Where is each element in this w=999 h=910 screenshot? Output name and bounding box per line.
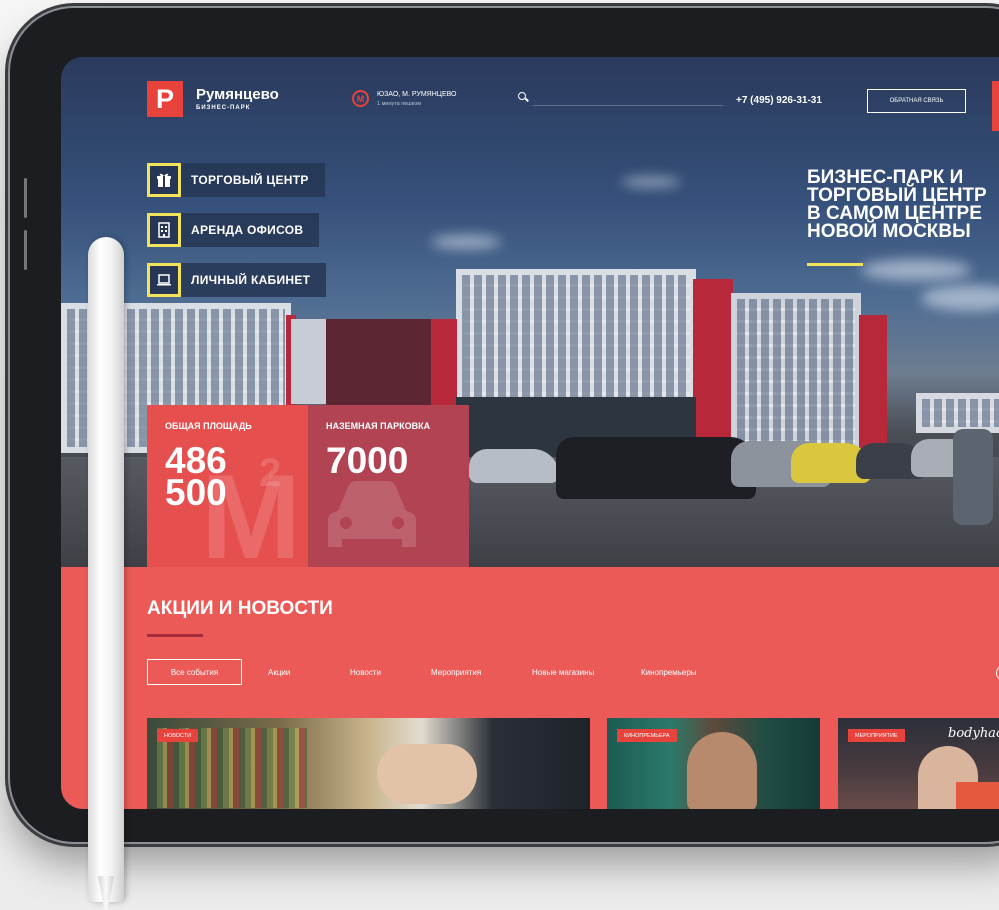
logo-mark[interactable]: P [147,81,183,117]
news-title: АКЦИИ И НОВОСТИ [147,598,333,619]
stat-area-value: 486 500 [165,440,227,513]
metro-walk-time: 1 минута пешком [377,101,422,107]
news-title-underline [147,634,203,637]
building-far [916,393,999,433]
laptop-icon [147,263,181,297]
ipad-frame: P Румянцево БИЗНЕС-ПАРК М ЮЗАО, М. РУМЯН… [10,8,999,842]
menu-toggle-tab[interactable] [992,81,999,131]
card-tag: МЕРОПРИЯТИЕ [848,729,905,742]
filter-events[interactable]: Мероприятия [431,659,481,685]
card-image-shirt [956,782,999,809]
menu-label: АРЕНДА ОФИСОВ [191,223,304,237]
device-photo: P Румянцево БИЗНЕС-ПАРК М ЮЗАО, М. РУМЯН… [0,0,999,910]
car [469,449,559,483]
hero-headline: БИЗНЕС-ПАРК И ТОРГОВЫЙ ЦЕНТР В САМОМ ЦЕН… [807,167,987,242]
card-image-hand [377,744,477,804]
stat-parking-label: НАЗЕМНАЯ ПАРКОВКА [326,421,431,431]
stat-parking: НАЗЕМНАЯ ПАРКОВКА 7000 [308,405,469,567]
cloud [621,177,681,187]
stat-area-bg-sup: 2 [259,451,282,495]
stylus-pencil [88,237,124,902]
stat-area: M 2 ОБЩАЯ ПЛОЩАДЬ 486 500 [147,405,308,567]
filter-promotions[interactable]: Акции [268,659,290,685]
news-card[interactable]: НОВОСТИ [147,718,590,809]
filter-all-events[interactable]: Все события [147,659,242,685]
building-right [731,293,861,459]
building-accent [859,315,887,459]
stat-parking-value: 7000 [326,440,409,481]
car [556,437,756,499]
news-section: АКЦИИ И НОВОСТИ Все события Акции Новост… [61,567,999,809]
search-input[interactable] [533,105,723,106]
stat-area-label: ОБЩАЯ ПЛОЩАДЬ [165,421,252,431]
news-card[interactable]: bodyhack МЕРОПРИЯТИЕ [838,718,999,809]
card-tag: НОВОСТИ [157,729,199,742]
car-icon [328,481,416,547]
search-icon[interactable] [518,92,526,100]
volume-button [24,230,27,270]
card-brand: bodyhack [948,726,999,741]
menu-label: ТОРГОВЫЙ ЦЕНТР [191,173,309,187]
logo-subtitle: БИЗНЕС-ПАРК [196,105,251,111]
menu-label: ЛИЧНЫЙ КАБИНЕТ [191,273,311,287]
building-icon [147,213,181,247]
filter-news[interactable]: Новости [350,659,381,685]
cloud [431,235,501,249]
building-accent [693,279,733,459]
hero-section: P Румянцево БИЗНЕС-ПАРК М ЮЗАО, М. РУМЯН… [61,57,999,567]
callback-button[interactable]: ОБРАТНАЯ СВЯЗЬ [867,89,966,113]
building-lightbox [291,319,331,404]
filter-premieres[interactable]: Кинопремьеры [641,659,697,685]
card-image-face [687,732,757,809]
cloud [861,259,971,281]
gift-icon [147,163,181,197]
walking-people [953,429,993,525]
metro-pin-icon: М [352,90,369,107]
news-card[interactable]: КИНОПРЕМЬЕРА [607,718,820,809]
metro-location: ЮЗАО, М. РУМЯНЦЕВО [377,91,457,98]
menu-item-offices[interactable]: АРЕНДА ОФИСОВ [147,213,320,247]
menu-item-account[interactable]: ЛИЧНЫЙ КАБИНЕТ [147,263,327,297]
cloud [921,285,999,311]
website-screen: P Румянцево БИЗНЕС-ПАРК М ЮЗАО, М. РУМЯН… [61,57,999,809]
card-tag: КИНОПРЕМЬЕРА [617,729,677,742]
filter-new-stores[interactable]: Новые магазины [532,659,594,685]
phone-number[interactable]: +7 (495) 926-31-31 [736,95,822,106]
volume-button [24,178,27,218]
logo-name[interactable]: Румянцево [196,86,279,103]
menu-item-mall[interactable]: ТОРГОВЫЙ ЦЕНТР [147,163,325,197]
headline-underline [807,263,863,266]
